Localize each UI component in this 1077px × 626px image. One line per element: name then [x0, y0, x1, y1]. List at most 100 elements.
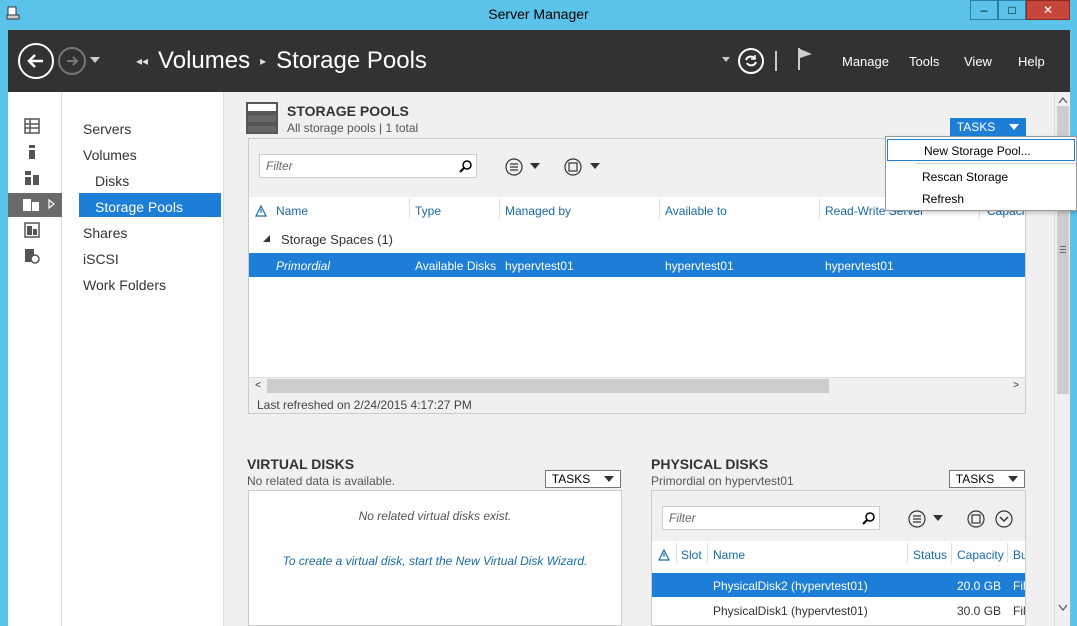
table-row[interactable]: PhysicalDisk2 (hypervtest01) 20.0 GB Fil [652, 573, 1025, 597]
search-icon[interactable] [862, 511, 876, 525]
collapse-group-icon[interactable] [263, 235, 271, 243]
column-name[interactable]: Name [276, 204, 308, 218]
iscsi-icon[interactable] [24, 248, 40, 264]
close-button[interactable]: ✕ [1026, 0, 1070, 20]
storage-pools-filter-input[interactable]: Filter [259, 154, 477, 178]
breadcrumb-back-chevron-icon: ◂◂ [136, 54, 149, 68]
header-divider [775, 51, 777, 71]
row-managed-by: hypervtest01 [505, 259, 574, 273]
refresh-dropdown-icon[interactable] [722, 57, 730, 63]
refresh-icon [745, 55, 757, 67]
storage-pools-grid: Name Type Managed by Available to Read-W… [249, 197, 1025, 377]
scroll-down-icon[interactable] [1058, 604, 1068, 612]
row-name: PhysicalDisk2 (hypervtest01) [713, 579, 868, 593]
group-storage-spaces[interactable]: Storage Spaces (1) [281, 232, 393, 247]
column-divider [907, 543, 908, 563]
chevron-down-icon [604, 476, 615, 482]
virtual-disks-subtitle: No related data is available. [247, 474, 396, 488]
menu-item-rescan-storage[interactable]: Rescan Storage [886, 166, 1076, 188]
chevron-down-icon [1009, 124, 1020, 130]
column-divider [1007, 543, 1008, 563]
menu-item-new-storage-pool[interactable]: New Storage Pool... [887, 139, 1075, 161]
physical-disks-grid: Slot Name Status Capacity Bu PhysicalDis… [652, 541, 1025, 625]
new-virtual-disk-wizard-link[interactable]: To create a virtual disk, start the New … [249, 554, 621, 568]
nav-item-disks[interactable]: Disks [95, 169, 129, 193]
nav-item-work-folders[interactable]: Work Folders [83, 273, 166, 297]
save-query-icon[interactable] [966, 509, 986, 529]
expand-circle-icon[interactable] [994, 509, 1014, 529]
menu-help[interactable]: Help [1018, 54, 1045, 69]
servers-icon[interactable] [24, 118, 40, 134]
scroll-up-icon[interactable] [1058, 96, 1068, 104]
row-type: Available Disks [415, 259, 497, 273]
column-divider [409, 199, 410, 219]
physical-disks-tasks-button[interactable]: TASKS [949, 470, 1025, 488]
refresh-button[interactable] [738, 48, 764, 74]
scrollbar-thumb[interactable] [267, 379, 829, 393]
nav-item-shares[interactable]: Shares [83, 221, 127, 245]
warning-sort-icon[interactable] [255, 205, 267, 217]
column-divider [499, 199, 500, 219]
maximize-button[interactable]: □ [998, 0, 1026, 20]
virtual-disks-empty-message: No related virtual disks exist. [358, 509, 512, 523]
scroll-left-icon[interactable]: < [251, 379, 265, 393]
column-managed-by[interactable]: Managed by [505, 204, 571, 218]
list-view-icon[interactable] [504, 157, 524, 177]
physical-disks-filter-input[interactable]: Filter [662, 506, 880, 530]
menu-item-refresh[interactable]: Refresh [886, 188, 1076, 210]
row-name: Primordial [276, 259, 331, 273]
storage-pools-subtitle: All storage pools | 1 total [287, 121, 419, 135]
disks-icon[interactable] [24, 170, 40, 186]
title-bar: Server Manager – □ ✕ [0, 0, 1077, 30]
notifications-flag-icon[interactable] [796, 46, 816, 72]
nav-item-iscsi[interactable]: iSCSI [83, 247, 119, 271]
table-row[interactable]: Primordial Available Disks hypervtest01 … [249, 253, 1025, 277]
menu-tools[interactable]: Tools [909, 54, 939, 69]
chevron-down-icon [1008, 476, 1019, 482]
maximize-icon: □ [1008, 3, 1016, 17]
list-view-dropdown-icon[interactable] [530, 163, 540, 169]
row-bus: Fil [1013, 579, 1025, 593]
history-dropdown-icon[interactable] [90, 57, 100, 65]
row-capacity: 30.0 GB [957, 604, 1002, 618]
search-icon[interactable] [459, 159, 473, 173]
storage-pools-title: STORAGE POOLS [287, 103, 409, 119]
list-view-icon[interactable] [907, 509, 927, 529]
storage-pools-tasks-button[interactable]: TASKS [950, 118, 1026, 136]
row-bus: Fil [1013, 604, 1025, 618]
virtual-disks-tasks-button[interactable]: TASKS [545, 470, 621, 488]
breadcrumb-separator-icon: ▸ [260, 54, 267, 68]
volumes-icon[interactable] [24, 144, 40, 160]
shares-icon[interactable] [24, 222, 40, 238]
forward-button[interactable] [58, 47, 86, 75]
save-query-dropdown-icon[interactable] [590, 163, 600, 169]
horizontal-scrollbar[interactable]: < > [249, 377, 1025, 393]
nav-item-volumes[interactable]: Volumes [83, 143, 137, 167]
table-row[interactable]: PhysicalDisk1 (hypervtest01) 30.0 GB Fil [652, 598, 1025, 622]
column-status[interactable]: Status [913, 548, 947, 562]
column-type[interactable]: Type [415, 204, 441, 218]
column-available-to[interactable]: Available to [665, 204, 727, 218]
nav-item-storage-pools[interactable]: Storage Pools [95, 195, 183, 219]
column-capacity[interactable]: Capacity [957, 548, 1004, 562]
menu-view[interactable]: View [964, 54, 992, 69]
column-bus[interactable]: Bu [1013, 548, 1025, 562]
column-divider [659, 199, 660, 219]
breadcrumb-storage-pools: Storage Pools [276, 47, 427, 74]
column-name[interactable]: Name [713, 548, 745, 562]
scroll-right-icon[interactable]: > [1009, 379, 1023, 393]
warning-sort-icon[interactable] [658, 549, 670, 561]
column-divider [707, 543, 708, 563]
column-slot[interactable]: Slot [681, 548, 702, 562]
storage-pools-icon[interactable] [22, 197, 42, 213]
back-button[interactable] [18, 43, 54, 79]
minimize-button[interactable]: – [970, 0, 998, 20]
expand-chevron-icon[interactable] [48, 199, 56, 209]
storage-pools-tile-icon [246, 102, 278, 134]
save-query-icon[interactable] [563, 157, 583, 177]
list-view-dropdown-icon[interactable] [933, 515, 943, 521]
grip-line [1060, 249, 1066, 250]
nav-item-servers[interactable]: Servers [83, 117, 131, 141]
breadcrumb-volumes[interactable]: Volumes [158, 47, 250, 75]
menu-manage[interactable]: Manage [842, 54, 889, 69]
